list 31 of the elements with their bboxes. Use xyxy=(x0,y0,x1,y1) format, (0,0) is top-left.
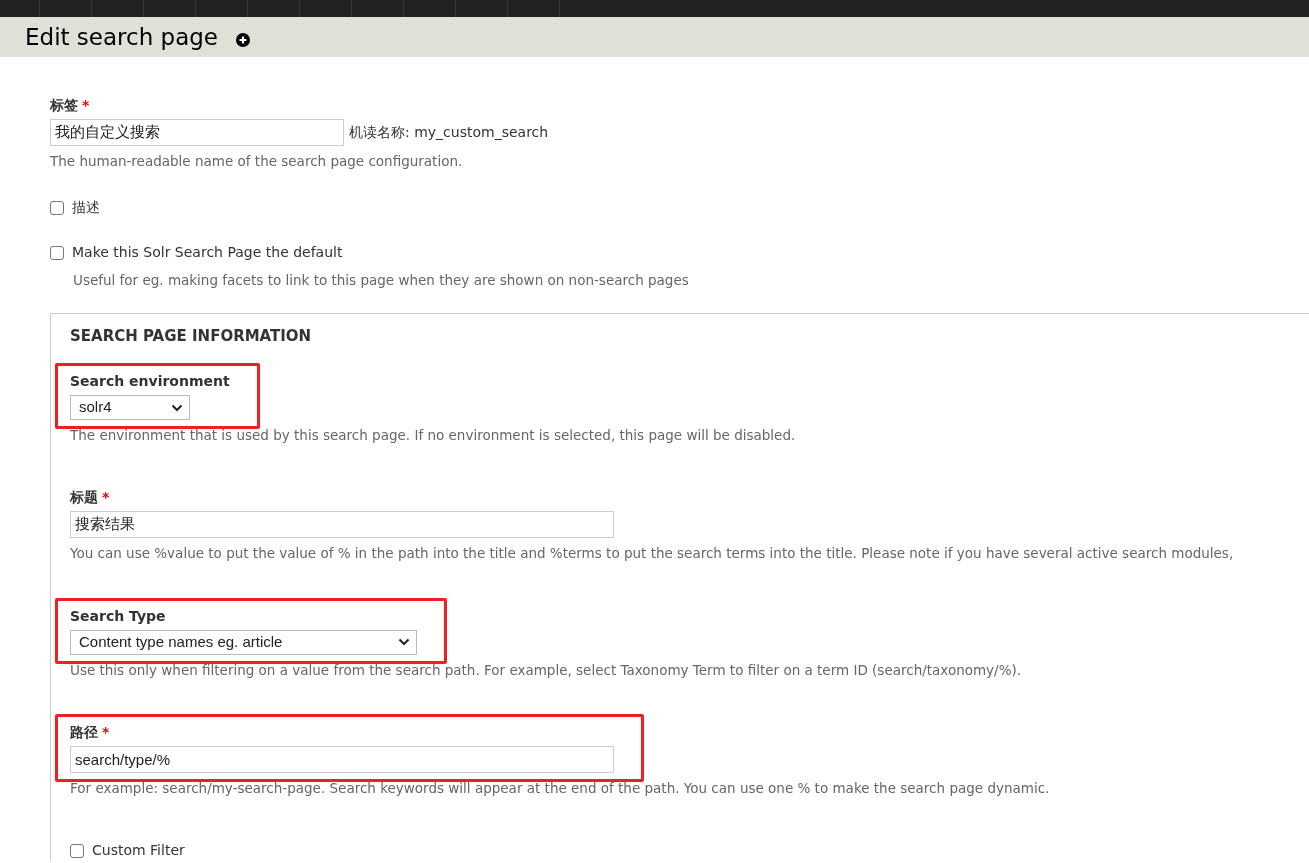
checkbox-label: Custom Filter xyxy=(92,841,185,860)
checkbox[interactable] xyxy=(50,245,64,260)
add-shortcut-icon[interactable] xyxy=(236,32,250,47)
required-marker: * xyxy=(102,722,110,742)
checkbox-label: 描述 xyxy=(72,198,100,218)
field-description: The human-readable name of the search page configuration. xyxy=(50,152,464,171)
field-description: Useful for eg. making facets to link to this page when they are shown on non-search pages xyxy=(73,271,690,291)
field-label: Search environment xyxy=(70,372,230,391)
select-dropdown[interactable]: Content type names eg. article xyxy=(70,629,417,655)
page-title: Edit search page xyxy=(25,22,218,52)
field-description: Use this only when filtering on a value from the search path. For example, select Taxonomy Term to filter on a term ID (search/taxonomy/%). xyxy=(70,660,1023,680)
text-field[interactable]: 我的自定义搜索 xyxy=(50,119,344,146)
select-dropdown[interactable]: solr4 xyxy=(70,395,190,420)
checkbox[interactable] xyxy=(50,200,64,215)
chevron-down-icon xyxy=(398,638,410,646)
chevron-down-icon xyxy=(171,403,183,412)
machine-name: 机读名称: my_custom_search xyxy=(349,123,549,142)
field-label: 路径 xyxy=(70,722,98,742)
field-description: For example: search/my-search-page. Search keywords will appear at the end of the path. You can use one % to make the search page dynamic. xyxy=(70,778,1051,798)
fieldset-legend: SEARCH PAGE INFORMATION xyxy=(70,324,1309,347)
checkbox[interactable] xyxy=(70,843,84,858)
text-field[interactable]: 搜索结果 xyxy=(70,511,614,539)
required-marker: * xyxy=(82,96,90,115)
field-description: The environment that is used by this search page. If no environment is selected, this page will be disabled. xyxy=(70,426,797,445)
field-description: You can use %value to put the value of % in the path into the title and %terms to put the search terms into the title. Please note if you have several active search modules, xyxy=(70,544,1235,564)
field-label: 标签 xyxy=(50,96,78,115)
required-marker: * xyxy=(102,488,110,508)
field-label: 标题 xyxy=(70,488,98,508)
field-label: Search Type xyxy=(70,606,166,626)
checkbox-label: Make this Solr Search Page the default xyxy=(72,243,343,263)
text-field[interactable]: search/type/% xyxy=(70,745,614,773)
